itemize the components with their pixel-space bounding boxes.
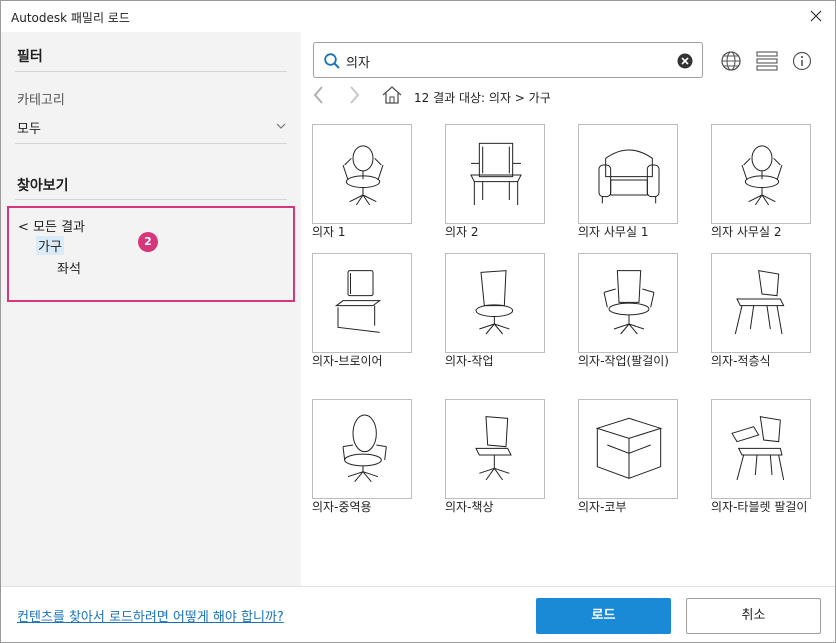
info-icon[interactable] bbox=[792, 51, 812, 71]
result-label[interactable]: 의자 사무실 1 bbox=[578, 223, 696, 242]
result-label[interactable]: 의자-브로이어 bbox=[312, 352, 430, 371]
armchair-icon bbox=[470, 142, 522, 205]
back-to-all-results[interactable]: < 모든 결과 bbox=[18, 216, 85, 235]
load-button[interactable]: 로드 bbox=[536, 598, 671, 634]
divider bbox=[15, 71, 287, 72]
office-chair-icon bbox=[342, 145, 384, 206]
forward-chevron-icon[interactable] bbox=[345, 84, 363, 106]
search-box[interactable] bbox=[313, 42, 703, 78]
title-bar: Autodesk 패밀리 로드 bbox=[1, 1, 835, 32]
result-tile[interactable] bbox=[445, 253, 545, 353]
result-tile[interactable] bbox=[578, 399, 678, 499]
result-tile[interactable] bbox=[711, 253, 811, 353]
task-chair-icon bbox=[475, 270, 514, 335]
window-title: Autodesk 패밀리 로드 bbox=[11, 11, 130, 25]
result-tile[interactable] bbox=[445, 124, 545, 224]
tree-item-seating[interactable]: 좌석 bbox=[57, 258, 81, 277]
result-label[interactable]: 의자-타블렛 팔걸이 bbox=[711, 498, 829, 517]
filter-panel: 필터 카테고리 모두 찾아보기 < 모든 결과 가구 좌석 2 bbox=[1, 32, 301, 586]
result-label[interactable]: 의자-책상 bbox=[445, 498, 563, 517]
result-tile[interactable] bbox=[445, 399, 545, 499]
chevron-down-icon[interactable] bbox=[275, 121, 287, 131]
browse-title: 찾아보기 bbox=[17, 178, 69, 194]
step-badge: 2 bbox=[138, 232, 158, 252]
footer: 컨텐츠를 찾아서 로드하려면 어떻게 해야 합니까? 로드 취소 bbox=[1, 586, 835, 642]
cube-chair-icon bbox=[595, 417, 663, 479]
executive-chair-icon bbox=[342, 414, 387, 482]
result-label[interactable]: 의자-적층식 bbox=[711, 352, 829, 371]
close-icon[interactable] bbox=[805, 5, 827, 27]
category-dropdown[interactable]: 모두 bbox=[17, 118, 41, 137]
clear-search-icon[interactable] bbox=[677, 53, 693, 69]
home-icon[interactable] bbox=[381, 85, 403, 105]
result-tile[interactable] bbox=[312, 399, 412, 499]
office-chair-icon bbox=[741, 145, 783, 206]
result-tile[interactable] bbox=[578, 253, 678, 353]
result-tile[interactable] bbox=[312, 124, 412, 224]
search-input[interactable] bbox=[346, 51, 666, 71]
family-load-dialog: Autodesk 패밀리 로드 필터 카테고리 모두 찾아보기 < 모든 결과 … bbox=[0, 0, 836, 643]
tree-item-furniture[interactable]: 가구 bbox=[36, 236, 64, 255]
back-chevron-icon[interactable] bbox=[310, 84, 328, 106]
result-label[interactable]: 의자-코부 bbox=[578, 498, 696, 517]
results-panel: 12 결과 대상: 의자 > 가구 의자 1 의자 2 의자 사무실 1 의자 사무실… bbox=[301, 32, 835, 586]
result-label[interactable]: 의자 2 bbox=[445, 223, 563, 242]
result-label[interactable]: 의자-중역용 bbox=[312, 498, 430, 517]
result-label[interactable]: 의자 1 bbox=[312, 223, 430, 242]
divider bbox=[15, 143, 287, 144]
result-tile[interactable] bbox=[312, 253, 412, 353]
task-chair-arms-icon bbox=[603, 270, 655, 335]
result-label[interactable]: 의자-작업 bbox=[445, 352, 563, 371]
divider bbox=[15, 199, 287, 200]
stacking-chair-icon bbox=[734, 270, 785, 335]
globe-icon[interactable] bbox=[720, 50, 742, 72]
sofa-chair-icon bbox=[598, 149, 660, 204]
help-link[interactable]: 컨텐츠를 찾아서 로드하려면 어떻게 해야 합니까? bbox=[17, 606, 284, 625]
result-tile[interactable] bbox=[711, 124, 811, 224]
list-view-icon[interactable] bbox=[756, 51, 778, 71]
result-label[interactable]: 의자 사무실 2 bbox=[711, 223, 829, 242]
cancel-button[interactable]: 취소 bbox=[686, 598, 821, 634]
breadcrumb: 12 결과 대상: 의자 > 가구 bbox=[414, 91, 551, 105]
result-tile[interactable] bbox=[578, 124, 678, 224]
category-label: 카테고리 bbox=[17, 93, 65, 108]
result-tile[interactable] bbox=[711, 399, 811, 499]
cantilever-chair-icon bbox=[334, 270, 382, 333]
tablet-arm-chair-icon bbox=[731, 416, 785, 481]
search-icon bbox=[324, 53, 340, 69]
filter-title: 필터 bbox=[17, 49, 43, 65]
desk-chair-icon bbox=[475, 416, 512, 481]
result-label[interactable]: 의자-작업(팔걸이) bbox=[578, 352, 696, 371]
